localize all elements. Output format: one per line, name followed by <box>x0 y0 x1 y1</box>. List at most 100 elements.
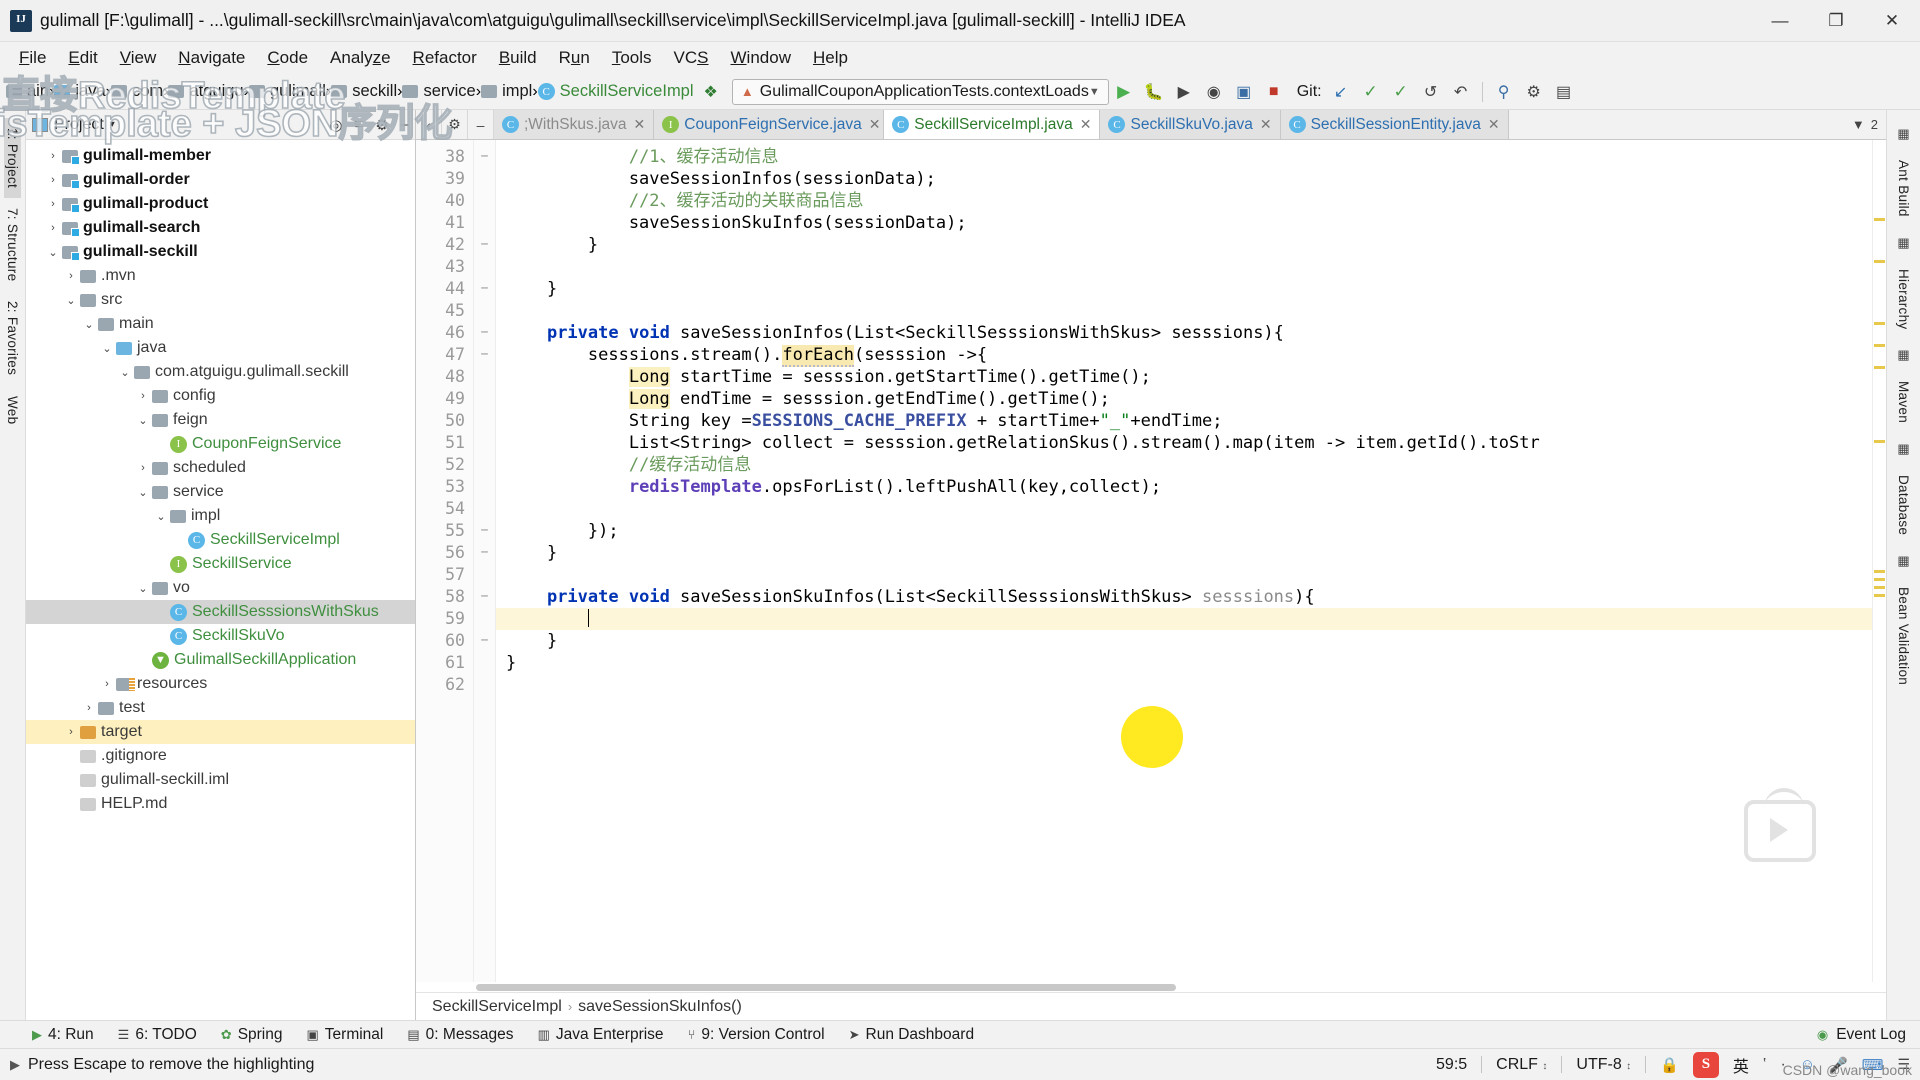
breadcrumb-item-com[interactable]: com <box>110 82 163 101</box>
menu-item-help[interactable]: Help <box>802 45 859 71</box>
expand-arrow-icon[interactable]: › <box>44 174 62 186</box>
search-everywhere-icon[interactable]: ⚲ <box>1489 78 1519 106</box>
caret-position[interactable]: 59:5 <box>1436 1056 1467 1074</box>
tool-window-button-ant-build[interactable]: Ant Build <box>1895 150 1912 227</box>
fold-marker[interactable]: − <box>474 542 495 564</box>
fold-marker[interactable] <box>474 190 495 212</box>
tree-item-main[interactable]: ⌄ main <box>26 312 415 336</box>
split-icon[interactable]: ▼ <box>1852 117 1865 132</box>
tool-window-button-database[interactable]: Database <box>1895 465 1912 545</box>
code-line[interactable]: //1、缓存活动信息 <box>496 146 1872 168</box>
expand-arrow-icon[interactable]: ⌄ <box>134 414 152 427</box>
ime-language-label[interactable]: 英 <box>1733 1053 1749 1077</box>
tree-item-seckillservice[interactable]: I SeckillService <box>26 552 415 576</box>
code-line[interactable] <box>496 674 1872 696</box>
tree-item-help-md[interactable]: HELP.md <box>26 792 415 816</box>
code-line[interactable]: Long endTime = sesssion.getEndTime().get… <box>496 388 1872 410</box>
horizontal-scrollbar[interactable] <box>416 982 1886 992</box>
update-project-icon[interactable]: ↙ <box>1326 78 1356 106</box>
code-line[interactable]: Long startTime = sesssion.getStartTime()… <box>496 366 1872 388</box>
run-button[interactable]: ▶ <box>1109 78 1139 106</box>
menu-item-navigate[interactable]: Navigate <box>167 45 256 71</box>
tool-window-4-run[interactable]: ▶ 4: Run <box>20 1024 106 1046</box>
code-line[interactable]: } <box>496 278 1872 300</box>
locate-target-icon[interactable]: ◎ <box>329 116 342 134</box>
tree-item-target[interactable]: › target <box>26 720 415 744</box>
expand-arrow-icon[interactable]: ⌄ <box>116 366 134 379</box>
code-line[interactable]: }); <box>496 520 1872 542</box>
event-log-area[interactable]: ◉ Event Log <box>1817 1026 1920 1044</box>
tool-window-button-7-structure[interactable]: 7: Structure <box>4 198 21 291</box>
fold-marker[interactable] <box>474 366 495 388</box>
tree-item-gulimall-seckill[interactable]: ⌄ gulimall-seckill <box>26 240 415 264</box>
expand-arrow-icon[interactable]: › <box>44 222 62 234</box>
tree-item-vo[interactable]: ⌄ vo <box>26 576 415 600</box>
menu-item-run[interactable]: Run <box>548 45 601 71</box>
tree-item-seckillserviceimpl[interactable]: C SeckillServiceImpl <box>26 528 415 552</box>
minimize-button[interactable]: — <box>1752 0 1808 41</box>
tree-item-gulimall-order[interactable]: › gulimall-order <box>26 168 415 192</box>
maximize-button[interactable]: ❐ <box>1808 0 1864 41</box>
code-line[interactable]: saveSessionSkuInfos(sessionData); <box>496 212 1872 234</box>
tool-window-button-web[interactable]: Web <box>4 386 21 434</box>
tree-item-couponfeignservice[interactable]: I CouponFeignService <box>26 432 415 456</box>
collapse-all-icon[interactable]: ≡ <box>354 116 363 133</box>
settings-gear-icon[interactable]: ⚙ <box>1519 78 1549 106</box>
close-icon[interactable]: ✕ <box>634 116 646 133</box>
menu-item-refactor[interactable]: Refactor <box>402 45 488 71</box>
breadcrumb-item-gulimall[interactable]: gulimall <box>248 82 326 101</box>
expand-arrow-icon[interactable]: › <box>134 390 152 402</box>
encoding-selector[interactable]: UTF-8 ↕ <box>1576 1056 1631 1074</box>
code-text[interactable]: //1、缓存活动信息 saveSessionInfos(sessionData)… <box>496 140 1872 982</box>
breadcrumb-item-seckillserviceimpl[interactable]: C SeckillServiceImpl <box>537 82 694 101</box>
code-line[interactable]: } <box>496 652 1872 674</box>
fold-marker[interactable]: − <box>474 344 495 366</box>
menu-item-file[interactable]: File <box>8 45 57 71</box>
tool-window-button-1-project[interactable]: 1: Project <box>4 118 21 199</box>
tool-window-9-version-control[interactable]: ⑂ 9: Version Control <box>676 1024 837 1046</box>
expand-arrow-icon[interactable]: › <box>44 150 62 162</box>
tree-item-test[interactable]: › test <box>26 696 415 720</box>
tree-item-gulimall-member[interactable]: › gulimall-member <box>26 144 415 168</box>
expand-arrow-icon[interactable]: ⌄ <box>62 294 80 307</box>
tree-item-service[interactable]: ⌄ service <box>26 480 415 504</box>
code-line[interactable]: } <box>496 542 1872 564</box>
expand-arrow-icon[interactable]: › <box>62 270 80 282</box>
breadcrumb-item-atguigu[interactable]: atguigu <box>168 82 244 101</box>
expand-arrow-icon[interactable]: › <box>62 726 80 738</box>
breadcrumb-item-seckill[interactable]: seckill <box>331 82 397 101</box>
menu-item-code[interactable]: Code <box>256 45 319 71</box>
scrollbar-thumb[interactable] <box>476 984 1176 991</box>
close-icon[interactable]: ✕ <box>1488 116 1500 133</box>
fold-marker[interactable] <box>474 432 495 454</box>
close-icon[interactable]: ✕ <box>1080 116 1092 133</box>
breadcrumb-class[interactable]: SeckillServiceImpl <box>432 998 562 1016</box>
editor-tab-seckillserviceimpl-java[interactable]: C SeckillServiceImpl.java ✕ <box>884 110 1101 139</box>
hide-panel-icon[interactable]: – <box>401 116 409 133</box>
tool-window-java-enterprise[interactable]: ▥ Java Enterprise <box>526 1024 676 1046</box>
fold-marker[interactable] <box>474 454 495 476</box>
tree-item-scheduled[interactable]: › scheduled <box>26 456 415 480</box>
code-line[interactable]: List<String> collect = sesssion.getRelat… <box>496 432 1872 454</box>
history-icon[interactable]: ↺ <box>1416 78 1446 106</box>
code-line[interactable]: private void saveSessionSkuInfos(List<Se… <box>496 586 1872 608</box>
line-separator-selector[interactable]: CRLF ↕ <box>1496 1056 1547 1074</box>
tree-item-gulimallseckillapplication[interactable]: ▼ GulimallSeckillApplication <box>26 648 415 672</box>
tree-item-gulimall-product[interactable]: › gulimall-product <box>26 192 415 216</box>
menu-item-tools[interactable]: Tools <box>601 45 663 71</box>
tool-window-spring[interactable]: ✿ Spring <box>209 1024 295 1046</box>
fold-marker[interactable]: − <box>474 278 495 300</box>
tree-item-gulimall-seckill-iml[interactable]: gulimall-seckill.iml <box>26 768 415 792</box>
code-line[interactable]: redisTemplate.opsForList().leftPushAll(k… <box>496 476 1872 498</box>
fold-marker[interactable] <box>474 674 495 696</box>
tool-window-0-messages[interactable]: ▤ 0: Messages <box>395 1024 525 1046</box>
fold-marker[interactable] <box>474 212 495 234</box>
error-marker-stripe[interactable] <box>1872 140 1886 982</box>
expand-arrow-icon[interactable]: ⌄ <box>44 246 62 259</box>
fold-marker[interactable] <box>474 168 495 190</box>
fold-marker[interactable] <box>474 652 495 674</box>
run-configuration-selector[interactable]: ▲ GulimallCouponApplicationTests.context… <box>731 78 1109 105</box>
tabs-scroll-left-icon[interactable]: ‹ <box>416 110 442 139</box>
tool-window-run-dashboard[interactable]: ➤ Run Dashboard <box>837 1024 986 1046</box>
tree-item-seckillskuvo[interactable]: C SeckillSkuVo <box>26 624 415 648</box>
